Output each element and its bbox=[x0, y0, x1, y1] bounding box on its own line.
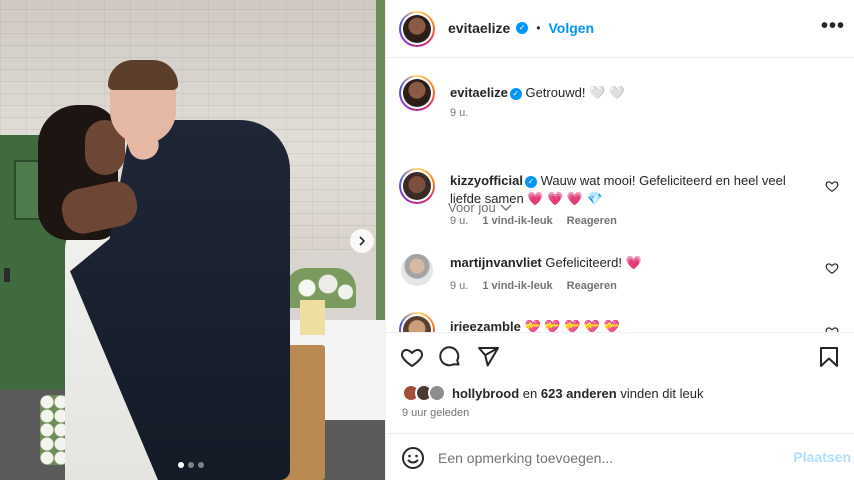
timestamp[interactable]: 9 u. bbox=[450, 280, 468, 292]
share-icon[interactable] bbox=[476, 345, 500, 369]
bookmark-icon[interactable] bbox=[817, 345, 841, 369]
avatar[interactable] bbox=[399, 75, 435, 111]
carousel-dot bbox=[188, 462, 194, 468]
door-handle bbox=[4, 268, 10, 282]
carousel-dots bbox=[178, 462, 204, 468]
post-comment-button[interactable]: Plaatsen bbox=[793, 449, 851, 465]
chevron-right-icon bbox=[359, 236, 366, 246]
liker-username[interactable]: hollybrood bbox=[452, 386, 519, 401]
post-side-panel: evitaelize ✓ • Volgen ••• evitaelize ✓ Ge… bbox=[385, 0, 854, 480]
vase bbox=[300, 300, 325, 335]
post-timestamp[interactable]: 9 uur geleden bbox=[402, 407, 469, 419]
post-header: evitaelize ✓ • Volgen ••• bbox=[386, 0, 854, 58]
timestamp[interactable]: 9 u. bbox=[450, 107, 468, 119]
reply-button[interactable]: Reageren bbox=[567, 280, 617, 292]
verified-icon: ✓ bbox=[516, 22, 529, 34]
comment-input[interactable] bbox=[438, 447, 778, 469]
verified-icon: ✓ bbox=[509, 87, 522, 100]
emoji-icon[interactable] bbox=[401, 446, 425, 470]
carousel-dot bbox=[198, 462, 204, 468]
groom-hair bbox=[108, 60, 178, 90]
carousel-dot bbox=[178, 462, 184, 468]
comment-meta: 9 u. 1 vind-ik-leuk Reageren bbox=[450, 280, 617, 292]
caption-text: Getrouwd! 🤍 🤍 bbox=[525, 85, 626, 100]
heart-icon[interactable] bbox=[825, 325, 839, 332]
avatar[interactable] bbox=[399, 11, 435, 47]
like-heart-icon[interactable] bbox=[400, 345, 424, 369]
comment-text: 💝 💝 💝 💝 💝 bbox=[524, 319, 620, 332]
avatar[interactable] bbox=[399, 168, 435, 204]
caption-meta: 9 u. bbox=[450, 107, 468, 119]
avatar[interactable] bbox=[399, 312, 435, 332]
comment-text: Gefeliciteerd! 💗 bbox=[545, 255, 642, 270]
comment-meta: 9 u. 1 vind-ik-leuk Reageren bbox=[450, 215, 617, 227]
likes-text-end: vinden dit leuk bbox=[616, 385, 704, 401]
username-link[interactable]: martijnvanvliet bbox=[450, 255, 542, 270]
username-link[interactable]: evitaelize bbox=[448, 20, 510, 36]
post-photo[interactable] bbox=[0, 0, 385, 480]
liker-avatars[interactable] bbox=[402, 384, 446, 402]
header-user: evitaelize ✓ • Volgen bbox=[448, 20, 594, 36]
comments-list[interactable]: evitaelize ✓ Getrouwd! 🤍 🤍 9 u. Voor jou … bbox=[386, 58, 854, 332]
more-options-icon[interactable]: ••• bbox=[821, 16, 845, 36]
likes-count[interactable]: 1 vind-ik-leuk bbox=[482, 280, 552, 292]
carousel-next-button[interactable] bbox=[350, 229, 374, 253]
avatar bbox=[428, 384, 446, 402]
likes-count[interactable]: 623 anderen bbox=[541, 386, 617, 401]
action-icons bbox=[400, 345, 500, 369]
username-link[interactable]: kizzyofficial bbox=[450, 173, 523, 188]
likes-summary: hollybrood en 623 anderen vinden dit leu… bbox=[402, 384, 703, 402]
comment-body: irieezamble 💝 💝 💝 💝 💝 bbox=[450, 318, 820, 332]
comment-body: martijnvanvliet Gefeliciteerd! 💗 bbox=[450, 254, 820, 272]
reply-button[interactable]: Reageren bbox=[567, 215, 617, 227]
timestamp[interactable]: 9 u. bbox=[450, 215, 468, 227]
follow-button[interactable]: Volgen bbox=[548, 20, 594, 36]
heart-icon[interactable] bbox=[825, 261, 839, 275]
caption-body: evitaelize ✓ Getrouwd! 🤍 🤍 bbox=[450, 84, 820, 102]
avatar[interactable] bbox=[401, 254, 433, 286]
likes-count[interactable]: 1 vind-ik-leuk bbox=[482, 215, 552, 227]
username-link[interactable]: evitaelize bbox=[450, 85, 508, 100]
verified-icon: ✓ bbox=[524, 175, 537, 188]
username-link[interactable]: irieezamble bbox=[450, 319, 521, 332]
comment-body: kizzyofficial ✓ Wauw wat mooi! Gefelicite… bbox=[450, 172, 820, 208]
add-comment-bar: Plaatsen bbox=[386, 433, 854, 480]
likes-text-mid: en bbox=[519, 385, 541, 401]
heart-icon[interactable] bbox=[825, 179, 839, 193]
comment-icon[interactable] bbox=[438, 345, 462, 369]
separator-dot: • bbox=[536, 21, 541, 35]
post-actions: hollybrood en 623 anderen vinden dit leu… bbox=[386, 332, 854, 432]
